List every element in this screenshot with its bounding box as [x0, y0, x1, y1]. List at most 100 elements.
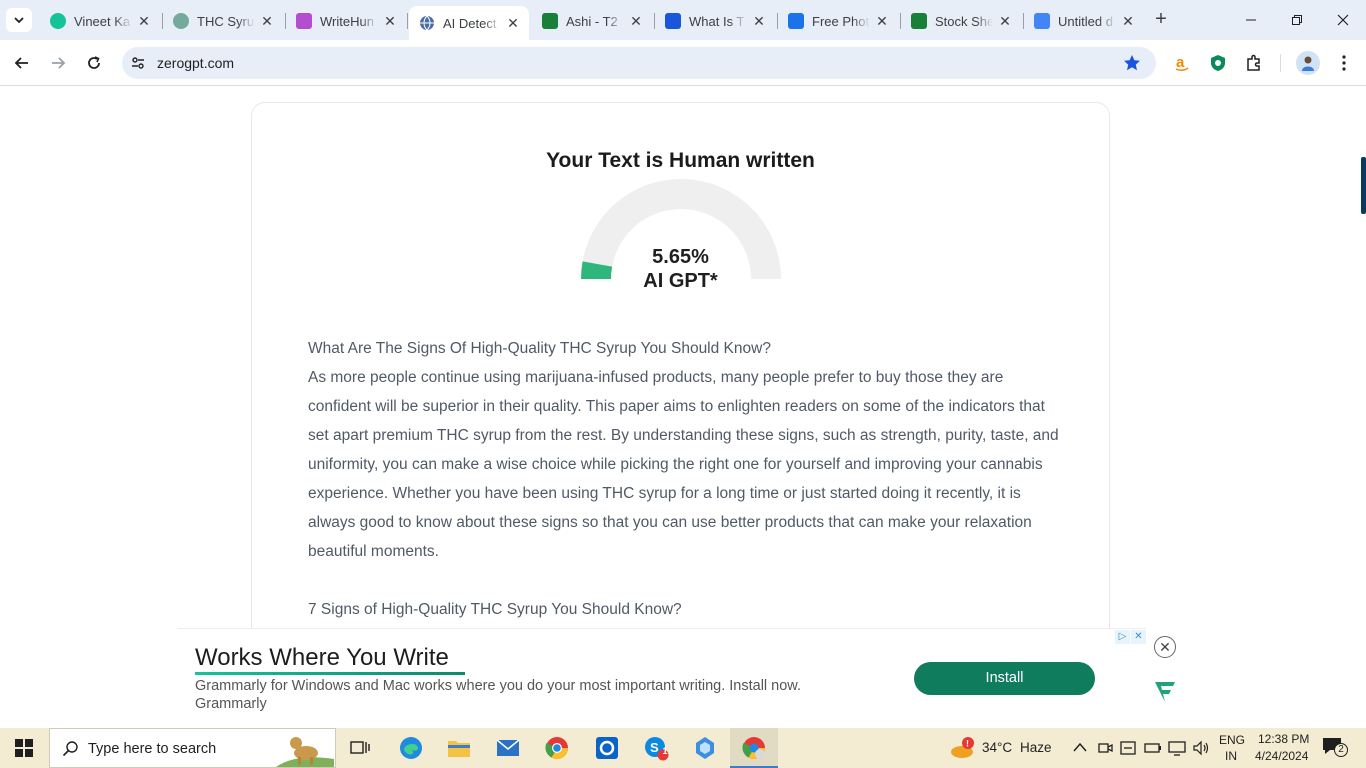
forward-button[interactable]: [44, 49, 72, 77]
ai-percentage: 5.65%: [652, 246, 709, 268]
clock-date[interactable]: 4/24/2024: [1255, 749, 1308, 763]
notification-center-button[interactable]: 2: [1322, 737, 1350, 759]
browser-tab[interactable]: What Is T ✕: [655, 7, 775, 35]
chrome-profile-taskbar-button[interactable]: [730, 728, 778, 768]
result-card: Your Text is Human written 5.65% AI GPT*…: [251, 102, 1110, 628]
network-icon[interactable]: [1168, 740, 1186, 756]
amazon-extension-icon[interactable]: a: [1172, 53, 1192, 73]
tab-close-icon[interactable]: ✕: [382, 13, 398, 29]
scrollbar-thumb[interactable]: [1361, 157, 1366, 214]
minimize-button[interactable]: [1228, 6, 1274, 34]
chrome-profile-icon: [742, 737, 765, 759]
avatar-icon: [1302, 56, 1314, 71]
back-button[interactable]: [8, 49, 36, 77]
tab-close-icon[interactable]: ✕: [628, 13, 644, 29]
grammarly-ad-banner[interactable]: Works Where You Write Grammarly for Wind…: [178, 628, 1146, 727]
copilot-taskbar-button[interactable]: [691, 734, 719, 762]
browser-tab[interactable]: Untitled d ✕: [1024, 7, 1144, 35]
skype-badge: 1: [662, 746, 668, 756]
weather-alert-icon[interactable]: !: [950, 736, 976, 760]
search-placeholder[interactable]: Type here to search: [88, 741, 216, 757]
chrome-taskbar-button[interactable]: [543, 734, 571, 762]
browser-tab[interactable]: WriteHun ✕: [286, 7, 406, 35]
tab-title: Ashi - T2: [566, 13, 618, 29]
url-text[interactable]: zerogpt.com: [157, 55, 234, 71]
outlook-taskbar-button[interactable]: [593, 734, 621, 762]
tab-close-icon[interactable]: ✕: [874, 13, 890, 29]
address-bar[interactable]: zerogpt.com: [122, 47, 1156, 79]
svg-text:!: !: [966, 739, 969, 749]
tab-title: Stock She: [935, 13, 993, 29]
mail-icon: [496, 739, 520, 756]
start-button[interactable]: [0, 728, 48, 768]
browser-tab[interactable]: Stock She ✕: [901, 7, 1021, 35]
ad-title[interactable]: Works Where You Write: [195, 644, 449, 672]
browser-tab[interactable]: Free Phot ✕: [778, 7, 898, 35]
region-indicator[interactable]: IN: [1225, 749, 1237, 763]
svg-text:a: a: [1176, 54, 1185, 71]
arrow-left-icon: [14, 57, 28, 69]
photos-icon: [696, 737, 714, 759]
mail-taskbar-button[interactable]: [494, 734, 522, 762]
tab-close-icon[interactable]: ✕: [997, 13, 1013, 29]
kebab-menu-icon: [1342, 55, 1346, 71]
volume-icon[interactable]: [1192, 740, 1210, 756]
bookmark-star-icon[interactable]: [1122, 53, 1142, 73]
ad-description: Grammarly for Windows and Mac works wher…: [195, 678, 801, 694]
tab-separator: [407, 13, 408, 29]
browser-tab[interactable]: THC Syru ✕: [163, 7, 283, 35]
browser-tab[interactable]: Vineet Ka ✕: [40, 7, 160, 35]
text-subheading: 7 Signs of High-Quality THC Syrup You Sh…: [308, 601, 682, 618]
close-window-button[interactable]: [1320, 6, 1366, 34]
tab-title: THC Syru: [197, 13, 255, 29]
clock-time[interactable]: 12:38 PM: [1258, 732, 1309, 746]
bluetooth-tray-icon[interactable]: [1120, 740, 1136, 756]
bi-icon: [665, 13, 681, 29]
sheets-icon: [911, 13, 927, 29]
install-button[interactable]: Install: [914, 662, 1095, 695]
browser-toolbar: zerogpt.com a: [0, 40, 1366, 86]
ad-dismiss-icon[interactable]: ✕: [1131, 630, 1146, 644]
meet-now-icon[interactable]: [1097, 740, 1113, 756]
tab-separator: [1023, 13, 1024, 29]
tab-close-icon[interactable]: ✕: [259, 13, 275, 29]
tab-search-button[interactable]: [6, 8, 32, 32]
ad-close-button[interactable]: ✕: [1154, 636, 1176, 658]
weather-description[interactable]: Haze: [1020, 740, 1052, 755]
weather-temperature[interactable]: 34°C: [982, 740, 1012, 755]
tab-close-icon[interactable]: ✕: [136, 13, 152, 29]
svg-text:S: S: [650, 740, 659, 755]
text-heading: What Are The Signs Of High-Quality THC S…: [308, 340, 771, 357]
new-tab-button[interactable]: +: [1150, 9, 1172, 31]
shield-extension-icon[interactable]: [1208, 53, 1228, 73]
adchoices-icon[interactable]: ▷: [1115, 630, 1130, 644]
forms-icon: [788, 13, 804, 29]
extensions-puzzle-icon[interactable]: [1244, 53, 1264, 73]
freestar-logo-icon[interactable]: [1153, 680, 1177, 704]
tab-separator: [900, 13, 901, 29]
search-highlight-dog-icon: [276, 737, 334, 767]
profile-avatar[interactable]: [1296, 51, 1320, 75]
file-explorer-taskbar-button[interactable]: [445, 734, 473, 762]
skype-taskbar-button[interactable]: S 1: [642, 734, 670, 762]
browser-menu-button[interactable]: [1334, 53, 1354, 73]
site-info-icon[interactable]: [130, 55, 146, 71]
tab-close-icon[interactable]: ✕: [1120, 13, 1136, 29]
browser-tab[interactable]: AI Detect ✕: [409, 6, 529, 40]
chevron-up-icon[interactable]: [1073, 742, 1087, 752]
edge-taskbar-button[interactable]: [397, 734, 425, 762]
tab-close-icon[interactable]: ✕: [505, 15, 521, 31]
tab-title: Untitled d: [1058, 13, 1113, 29]
minimize-icon: [1246, 19, 1256, 21]
restore-button[interactable]: [1274, 6, 1320, 34]
tab-close-icon[interactable]: ✕: [751, 13, 767, 29]
browser-tab[interactable]: Ashi - T2 ✕: [532, 7, 652, 35]
tab-separator: [162, 13, 163, 29]
tab-title: What Is T: [689, 13, 745, 29]
reload-button[interactable]: [80, 49, 108, 77]
battery-icon[interactable]: [1144, 740, 1162, 756]
language-indicator[interactable]: ENG: [1219, 733, 1245, 747]
taskbar-search-box[interactable]: Type here to search: [49, 728, 336, 768]
task-view-button[interactable]: [346, 734, 374, 762]
